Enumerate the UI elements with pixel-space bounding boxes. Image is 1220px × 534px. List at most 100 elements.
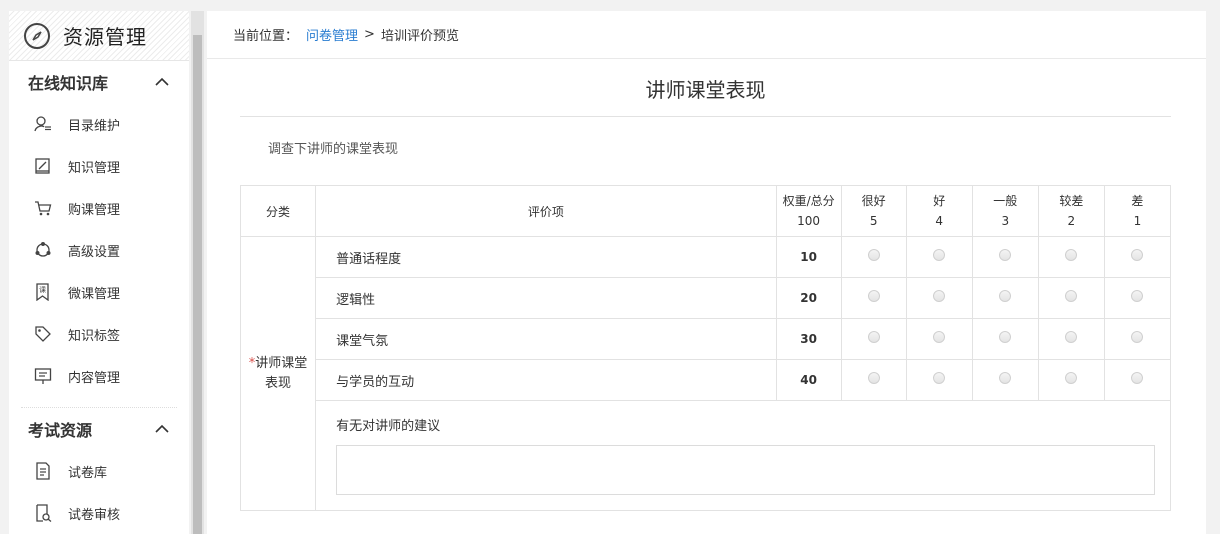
radio-cell — [905, 359, 973, 401]
sidebar-item-label: 试卷库 — [68, 465, 108, 481]
radio-cell — [1103, 318, 1172, 360]
radio-poor[interactable] — [1065, 290, 1078, 302]
radio-very-good[interactable] — [867, 372, 880, 384]
radio-average[interactable] — [999, 372, 1012, 384]
svg-text:课: 课 — [39, 285, 46, 294]
sidebar-item-directory[interactable]: 目录维护 — [9, 103, 189, 145]
sidebar-item-purchase[interactable]: 购课管理 — [9, 187, 189, 229]
sidebar-item-label: 高级设置 — [68, 244, 121, 260]
radio-very-good[interactable] — [867, 249, 880, 261]
radio-good[interactable] — [933, 249, 946, 261]
radio-very-good[interactable] — [867, 290, 880, 302]
radio-bad[interactable] — [1131, 331, 1144, 343]
suggestion-textarea[interactable] — [336, 445, 1155, 495]
sidebar-item-advanced[interactable]: 高级设置 — [9, 229, 189, 271]
radio-good[interactable] — [933, 372, 946, 384]
header-level-poor: 较差 2 — [1037, 185, 1105, 237]
radio-bad[interactable] — [1131, 249, 1144, 261]
radio-bad[interactable] — [1131, 290, 1144, 302]
form-title: 讲师课堂表现 — [240, 60, 1171, 117]
level-score: 3 — [1001, 214, 1010, 228]
radio-cell — [971, 236, 1039, 278]
header-level-average: 一般 3 — [971, 185, 1039, 237]
level-label: 一般 — [993, 194, 1018, 208]
section-exam-resources[interactable]: 考试资源 — [9, 408, 189, 450]
sidebar-item-label: 购课管理 — [68, 202, 121, 218]
level-label: 很好 — [861, 194, 886, 208]
level-label: 差 — [1131, 194, 1144, 208]
radio-cell — [905, 236, 973, 278]
radio-cell — [971, 277, 1039, 319]
category-line2: 表现 — [265, 375, 292, 391]
radio-average[interactable] — [999, 290, 1012, 302]
radio-poor[interactable] — [1065, 372, 1078, 384]
sidebar-item-knowledge[interactable]: 知识管理 — [9, 145, 189, 187]
level-label: 好 — [933, 194, 946, 208]
tag-icon — [33, 324, 53, 344]
radio-poor[interactable] — [1065, 249, 1078, 261]
table-row: 与学员的互动 40 — [241, 359, 1172, 401]
radio-cell — [840, 359, 907, 401]
radio-bad[interactable] — [1131, 372, 1144, 384]
item-weight: 40 — [775, 359, 842, 401]
radio-good[interactable] — [933, 331, 946, 343]
sidebar-item-label: 目录维护 — [68, 118, 121, 134]
radio-cell — [840, 318, 907, 360]
radio-cell — [1037, 318, 1105, 360]
radio-cell — [905, 318, 973, 360]
radio-good[interactable] — [933, 290, 946, 302]
sidebar-scrollbar[interactable] — [191, 11, 204, 534]
header-level-bad: 差 1 — [1103, 185, 1172, 237]
item-label: 逻辑性 — [315, 277, 777, 319]
section-online-knowledge[interactable]: 在线知识库 — [9, 61, 189, 103]
level-score: 5 — [869, 214, 878, 228]
sidebar-item-paper-audit[interactable]: 试卷审核 — [9, 492, 189, 534]
section-title: 在线知识库 — [28, 74, 109, 93]
edit-book-icon — [33, 156, 53, 176]
header-level-good: 好 4 — [905, 185, 973, 237]
bookmark-course-icon: 课 — [33, 282, 53, 302]
cart-icon — [33, 198, 53, 218]
form-content: 讲师课堂表现 调查下讲师的课堂表现 分类 评价项 权重/总分 100 很好 5 — [239, 60, 1172, 511]
user-list-icon — [33, 114, 53, 134]
header-weight-total: 100 — [797, 214, 821, 228]
item-label: 课堂气氛 — [315, 318, 777, 360]
sidebar-item-content[interactable]: 内容管理 — [9, 355, 189, 397]
radio-cell — [1103, 277, 1172, 319]
sidebar: 资源管理 在线知识库 目录维护 知识管理 购课管理 高级设置 课 微课管理 知识… — [9, 11, 189, 534]
level-label: 较差 — [1059, 194, 1084, 208]
item-weight: 10 — [775, 236, 842, 278]
breadcrumb-link-survey[interactable]: 问卷管理 — [306, 25, 358, 44]
suggestion-row: 有无对讲师的建议 — [241, 400, 1171, 511]
radio-cell — [1103, 359, 1172, 401]
radio-cell — [971, 318, 1039, 360]
radio-cell — [1103, 236, 1172, 278]
header-weight: 权重/总分 100 — [775, 185, 842, 237]
main-panel: 当前位置： 问卷管理 > 培训评价预览 讲师课堂表现 调查下讲师的课堂表现 分类… — [207, 11, 1206, 534]
category-cell: *讲师课堂 表现 — [239, 236, 317, 511]
chevron-up-icon[interactable] — [155, 75, 169, 89]
sidebar-item-tags[interactable]: 知识标签 — [9, 313, 189, 355]
header-level-very-good: 很好 5 — [840, 185, 907, 237]
item-label: 普通话程度 — [315, 236, 777, 278]
sidebar-item-label: 微课管理 — [68, 286, 121, 302]
level-score: 2 — [1067, 214, 1076, 228]
header-weight-label: 权重/总分 — [782, 194, 835, 208]
sidebar-item-label: 知识标签 — [68, 328, 121, 344]
level-score: 4 — [935, 214, 944, 228]
radio-cell — [1037, 236, 1105, 278]
scrollbar-thumb[interactable] — [193, 35, 202, 534]
sidebar-item-paper-library[interactable]: 试卷库 — [9, 450, 189, 492]
item-label: 与学员的互动 — [315, 359, 777, 401]
sidebar-item-label: 试卷审核 — [68, 507, 121, 523]
sidebar-title: 资源管理 — [63, 25, 147, 49]
compass-icon — [24, 22, 50, 49]
radio-poor[interactable] — [1065, 331, 1078, 343]
radio-average[interactable] — [999, 249, 1012, 261]
radio-cell — [840, 236, 907, 278]
chevron-up-icon[interactable] — [155, 422, 169, 436]
breadcrumb-current: 培训评价预览 — [380, 29, 459, 44]
radio-average[interactable] — [999, 331, 1012, 343]
radio-very-good[interactable] — [867, 331, 880, 343]
sidebar-item-microcourse[interactable]: 课 微课管理 — [9, 271, 189, 313]
